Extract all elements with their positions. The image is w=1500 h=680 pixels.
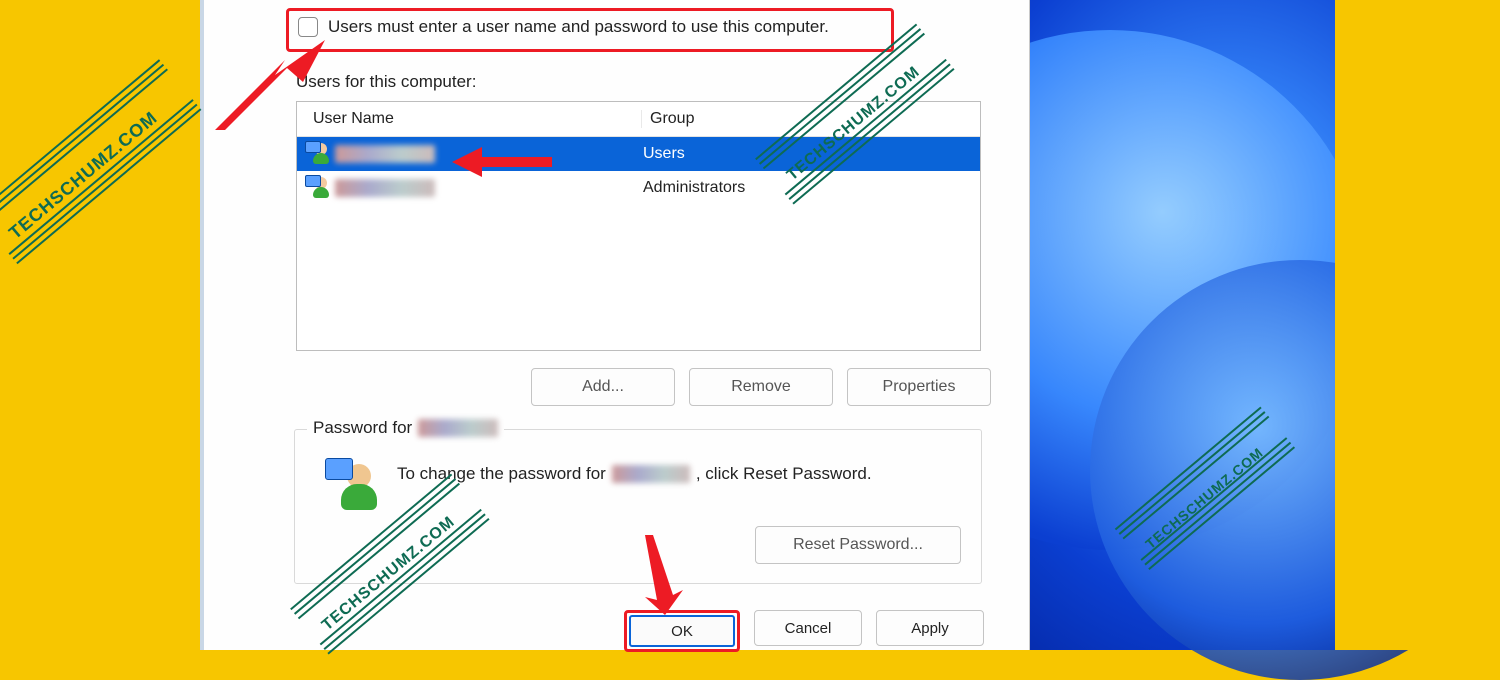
properties-button[interactable]: Properties (847, 368, 991, 406)
page-margin-right (1335, 0, 1500, 650)
column-header-username[interactable]: User Name (297, 110, 642, 128)
remove-button[interactable]: Remove (689, 368, 833, 406)
reset-password-description: To change the password for , click Reset… (397, 464, 872, 484)
annotation-arrow (215, 40, 325, 130)
user-icon (307, 177, 329, 199)
password-groupbox-legend: Password for (307, 418, 504, 438)
redacted-username (335, 179, 435, 197)
redacted-username (335, 145, 435, 163)
cancel-button[interactable]: Cancel (754, 610, 862, 646)
user-avatar-icon (325, 458, 379, 512)
apply-button[interactable]: Apply (876, 610, 984, 646)
user-icon (307, 143, 329, 165)
annotation-arrow (452, 147, 552, 177)
annotation-highlight-ok: OK (624, 610, 740, 652)
add-button[interactable]: Add... (531, 368, 675, 406)
ok-button[interactable]: OK (629, 615, 735, 647)
reset-password-button[interactable]: Reset Password... (755, 526, 961, 564)
redacted-username (612, 465, 690, 483)
annotation-highlight-box (286, 8, 894, 52)
redacted-username (418, 419, 498, 437)
user-row[interactable]: Administrators (297, 171, 980, 205)
annotation-arrow (635, 535, 685, 615)
